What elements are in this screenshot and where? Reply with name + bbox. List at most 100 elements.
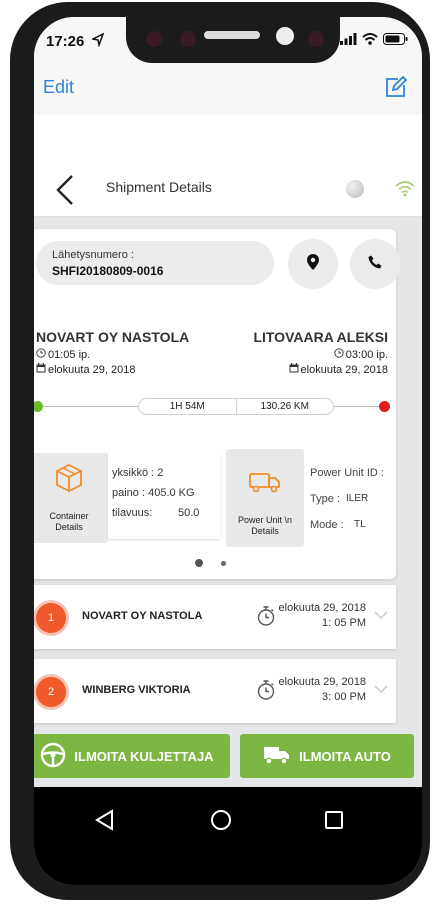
tracking-label: Lähetysnumero : [52,249,134,261]
clock-icon [334,348,344,361]
box-icon [54,463,84,495]
phone-icon [368,255,382,274]
origin-time: 01:05 ip. [48,348,91,361]
weight-row: paino : 405.0 KG [112,487,195,499]
compose-icon[interactable] [384,75,408,104]
notify-driver-button[interactable]: ILMOITA KULJETTAJA [34,734,230,778]
destination-time: 03:00 ip. [345,348,388,361]
steering-wheel-icon [40,742,66,771]
power-unit-info: Power Unit ID : Type : ILER NO Mode : TL [304,453,390,539]
stop-card-2[interactable]: 2 WINBERG VIKTORIA elokuuta 29, 2018 3: … [34,659,396,723]
container-label-line2: Details [55,522,83,532]
wifi-status-icon [362,32,378,50]
chevron-down-icon[interactable] [374,681,388,699]
notch-speaker [204,31,260,39]
stop-date: elokuuta 29, 2018 [278,602,366,614]
power-unit-id-label: Power Unit ID : [310,467,384,479]
tracking-number: SHFI20180809-0016 [52,264,164,278]
container-details-tile[interactable]: Container Details [34,453,108,543]
calendar-icon [36,363,46,376]
carousel-pager [34,559,396,567]
signal-icon [340,32,357,50]
route-info-pill: 1H 54M 130.26 KM [138,398,334,415]
calendar-icon [289,363,299,376]
details-carousel[interactable]: Container Details yksikkö : 2 paino : 40… [34,449,390,547]
chevron-down-icon[interactable] [374,607,388,625]
units-label: yksikkö : [112,467,155,479]
edit-link[interactable]: Edit [43,77,74,98]
origin-time-row: 01:05 ip. [36,348,189,361]
timer-icon [256,605,276,632]
blank-area [34,115,422,165]
destination-dot [379,401,390,412]
notch-camera [276,27,294,45]
type-label: Type : [310,493,340,505]
power-unit-details-label: Power Unit \n Details [226,515,304,537]
stop-date: elokuuta 29, 2018 [278,676,366,688]
back-chevron-icon[interactable] [54,173,76,212]
clock-icon [36,348,46,361]
top-navigation-bar: Edit [34,63,422,115]
stop-number-badge: 2 [36,677,66,707]
connection-status-indicator [346,180,364,198]
delivery-truck-icon [263,745,291,768]
destination-party: LITOVAARA ALEKSI 03:00 ip. elokuuta 29, … [253,329,388,376]
stop-datetime: elokuuta 29, 2018 1: 05 PM [279,601,366,631]
stop-name: WINBERG VIKTORIA [82,684,191,696]
map-pin-icon [307,253,319,275]
location-button[interactable] [288,239,338,289]
power-unit-details-tile[interactable]: Power Unit \n Details [226,449,304,547]
device-notch [126,17,340,63]
units-row: yksikkö : 2 [112,467,163,479]
route-duration: 1H 54M [169,401,205,412]
volume-value: 50.0 [178,507,200,519]
pager-dot[interactable] [220,560,226,566]
weight-value: 405.0 KG [148,487,195,499]
origin-dot [34,401,43,412]
notify-driver-label: ILMOITA KULJETTAJA [74,748,214,764]
container-details-label: Container Details [34,511,108,533]
phone-screen: 17:26 Edit Shipment Details Lähetysnumer… [34,17,422,885]
call-button[interactable] [350,239,400,289]
status-icons [340,32,408,50]
notch-sensor-mid [180,31,196,47]
units-value: 2 [157,467,164,479]
power-unit-label-line2: Details [251,526,279,536]
timer-icon [256,679,276,706]
stop-datetime: elokuuta 29, 2018 3: 00 PM [279,675,366,705]
recent-apps-square-icon[interactable] [324,810,344,835]
route-progress: 1H 54M 130.26 KM [34,397,390,417]
origin-name: NOVART OY NASTOLA [36,329,190,345]
home-circle-icon[interactable] [210,809,232,836]
notch-sensor-left [146,31,162,47]
stop-card-1[interactable]: 1 NOVART OY NASTOLA elokuuta 29, 2018 1:… [34,585,396,649]
destination-date-row: elokuuta 29, 2018 [253,363,388,376]
wifi-signal-icon [394,179,416,202]
notify-vehicle-button[interactable]: ILMOITA AUTO [240,734,414,778]
type-value: ILER [346,493,369,504]
mode-value: TL [354,519,366,530]
notch-sensor-right [308,31,324,47]
location-arrow-icon [90,32,105,52]
power-unit-label-line1: Power Unit \n [237,515,293,525]
notify-vehicle-label: ILMOITA AUTO [299,748,391,764]
tracking-number-pill: Lähetysnumero : SHFI20180809-0016 [36,241,274,285]
stop-name: NOVART OY NASTOLA [82,610,203,622]
back-triangle-icon[interactable] [94,809,116,836]
stop-time: 3: 00 PM [321,691,366,703]
container-label-line1: Container [49,511,89,521]
origin-party: NOVART OY NASTOLA 01:05 ip. elokuuta 29,… [36,329,189,376]
status-time: 17:26 [46,33,85,50]
destination-name: LITOVAARA ALEKSI [253,329,388,345]
origin-date: elokuuta 29, 2018 [48,363,136,376]
weight-label: paino : [112,487,146,499]
truck-icon [249,471,281,495]
pager-dot-active[interactable] [194,559,203,567]
page-title: Shipment Details [106,179,212,195]
stop-number-badge: 1 [36,603,66,633]
destination-date: elokuuta 29, 2018 [300,363,388,376]
battery-icon [383,32,408,50]
mode-label: Mode : [310,519,344,531]
shipment-summary-card: Lähetysnumero : SHFI20180809-0016 NOVART… [34,229,400,579]
destination-time-row: 03:00 ip. [253,348,388,361]
